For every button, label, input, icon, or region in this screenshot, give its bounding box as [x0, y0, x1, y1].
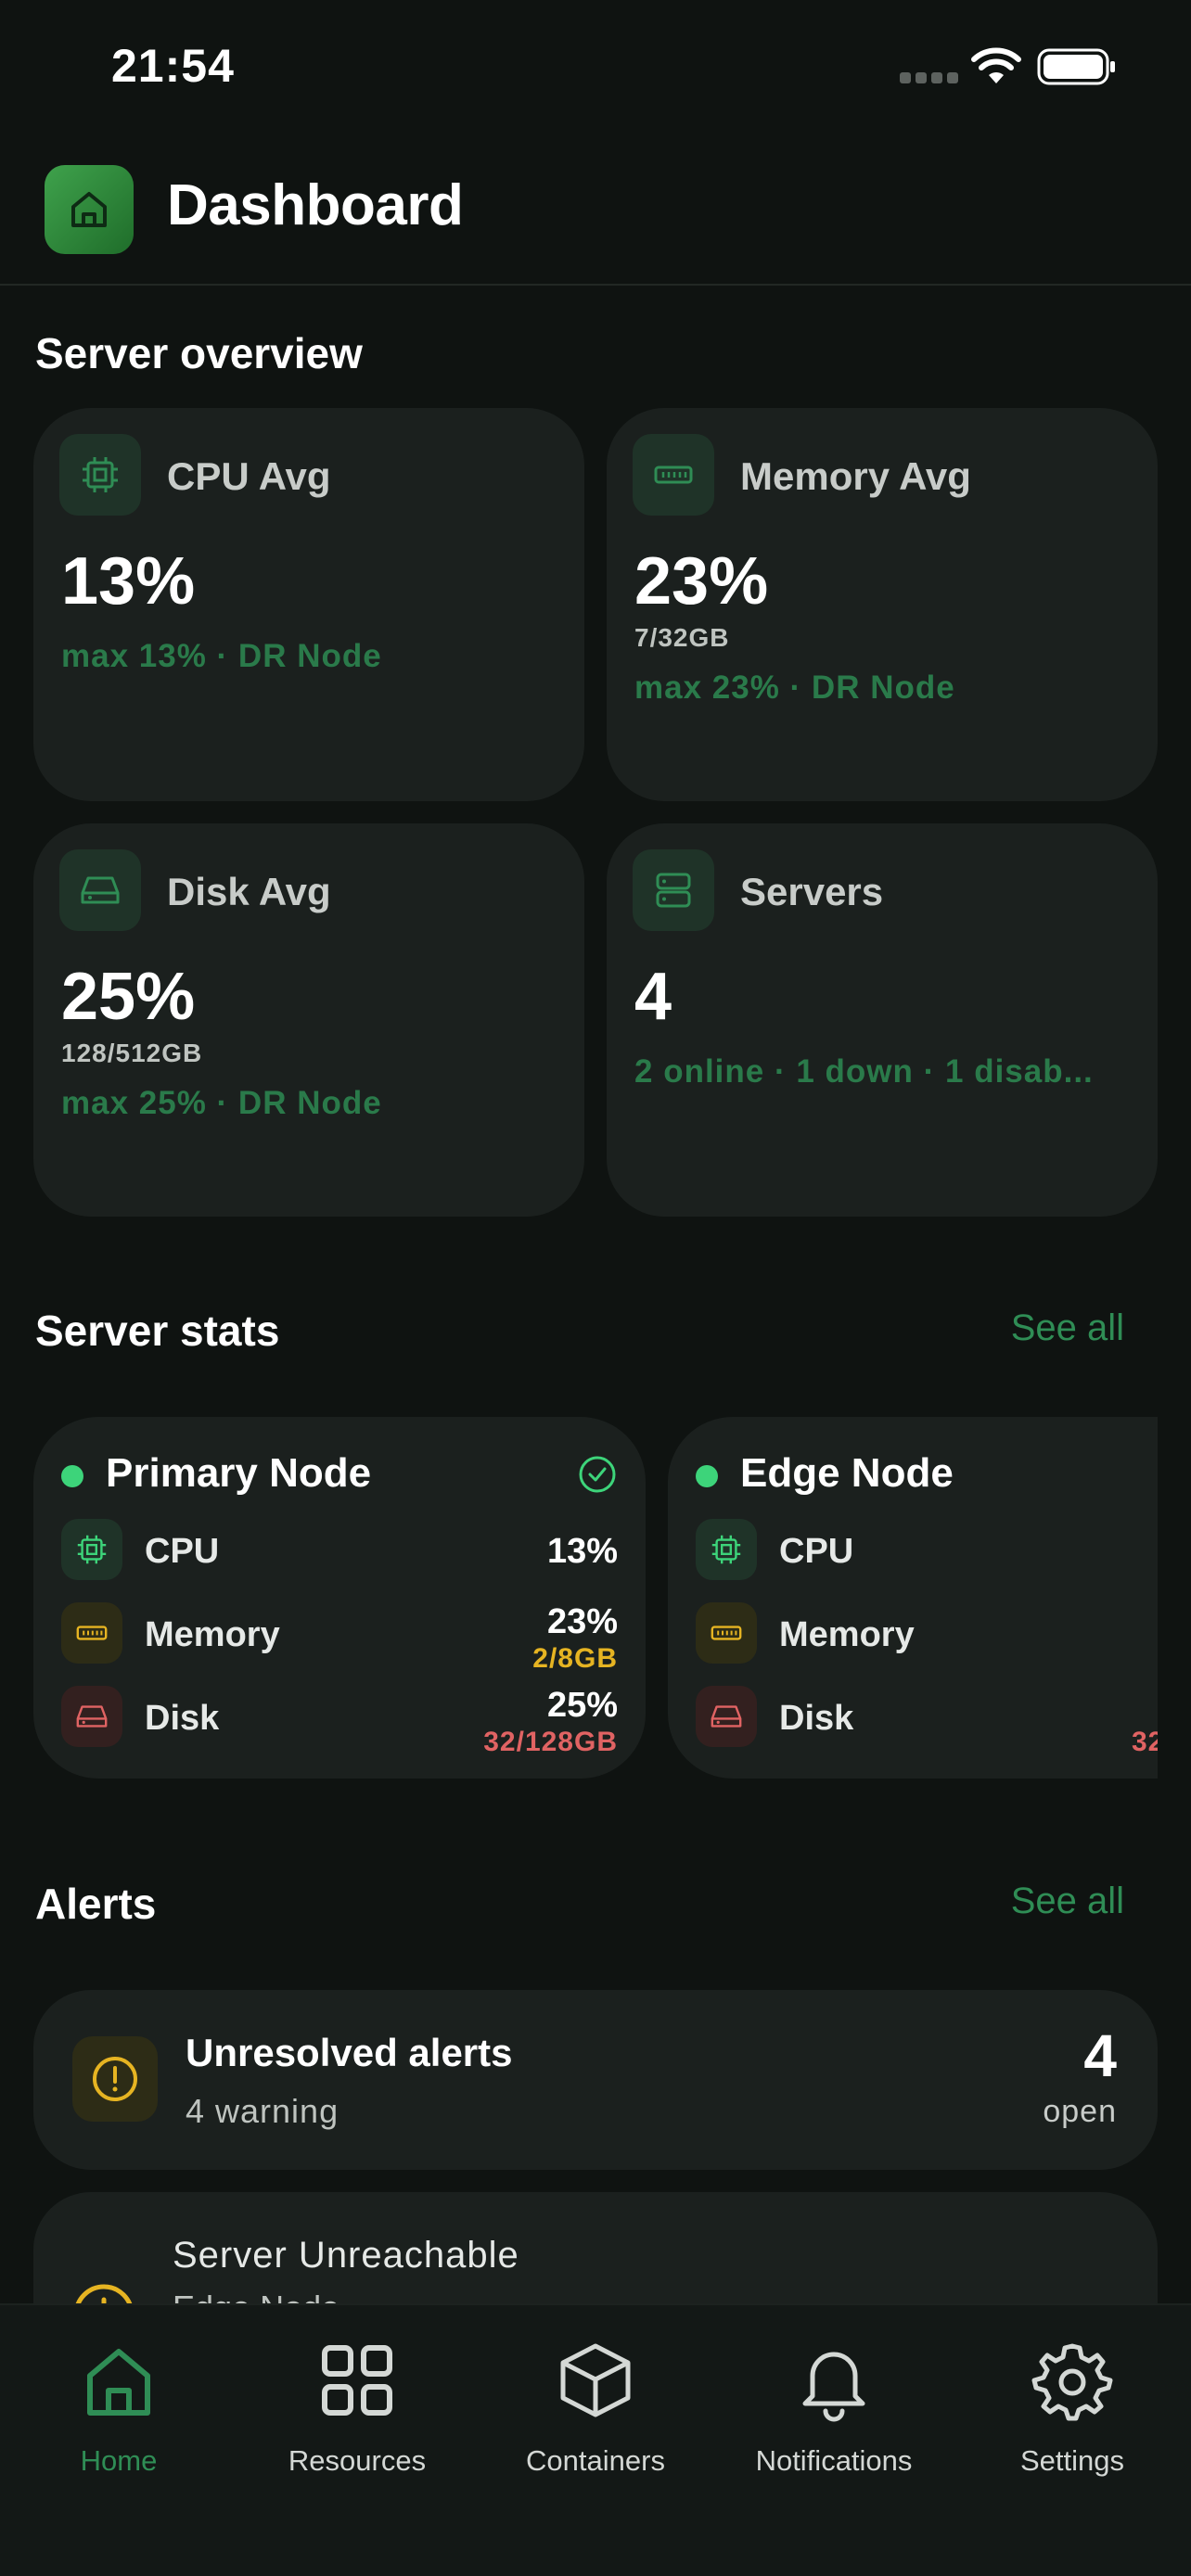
cpu-icon [59, 434, 141, 516]
disk-icon [696, 1686, 757, 1747]
cpu-icon [696, 1519, 757, 1580]
tab-containers[interactable]: Containers [493, 2339, 698, 2496]
card-label: Servers [740, 870, 884, 913]
memory-icon [61, 1602, 122, 1664]
app-header: Dashboard [0, 139, 1191, 286]
status-bar: 21:54 [0, 0, 1191, 139]
row-label: CPU [779, 1532, 854, 1571]
card-value: 4 [634, 960, 672, 1034]
cpu-value: 13% [546, 1532, 618, 1571]
status-dot [61, 1465, 83, 1487]
disk-icon [59, 849, 141, 931]
section-title-overview: Server overview [35, 329, 363, 377]
card-footnote: 2 online · 1 down · 1 disab... [634, 1053, 1094, 1090]
tab-label: Containers [526, 2444, 665, 2477]
tab-label: Notifications [755, 2444, 913, 2477]
memory-icon [633, 434, 714, 516]
memory-row: Memory 23% 2/8GB [61, 1602, 618, 1674]
card-label: Memory Avg [740, 454, 971, 498]
gear-icon [1031, 2343, 1113, 2421]
cpu-avg-card[interactable]: CPU Avg 13% max 13% · DR Node [33, 408, 584, 801]
server-name: Primary Node [106, 1450, 372, 1496]
cpu-row: CPU [696, 1519, 1158, 1584]
tab-resources[interactable]: Resources [255, 2339, 459, 2496]
disk-avg-card[interactable]: Disk Avg 25% 128/512GB max 25% · DR Node [33, 823, 584, 1217]
memory-value: 23% [546, 1602, 618, 1641]
battery-icon [1037, 48, 1115, 85]
alert-count-label: open [1043, 2094, 1117, 2129]
page-title: Dashboard [167, 173, 464, 237]
cpu-icon [61, 1519, 122, 1580]
stats-see-all-link[interactable]: See all [1011, 1307, 1124, 1349]
disk-value: 25% [546, 1686, 618, 1725]
row-label: Disk [779, 1699, 854, 1738]
card-footnote: max 23% · DR Node [634, 670, 955, 706]
card-value: 25% [61, 960, 196, 1034]
row-label: Memory [145, 1615, 280, 1654]
tab-bar: Home Resources Containers Notifications … [0, 2303, 1191, 2576]
server-stats-carousel[interactable]: Primary Node CPU 13% Memory 23% 2/8GB Di… [33, 1417, 1158, 1780]
box-icon [560, 2343, 631, 2417]
alert-count: 4 [1083, 2022, 1117, 2089]
memory-row: Memory [696, 1602, 1158, 1667]
wifi-icon [971, 47, 1021, 83]
card-footnote: max 13% · DR Node [61, 638, 382, 674]
status-time: 21:54 [111, 40, 235, 92]
home-icon [87, 2349, 150, 2416]
alert-summary-title: Unresolved alerts [186, 2031, 513, 2074]
server-stat-card[interactable]: Primary Node CPU 13% Memory 23% 2/8GB Di… [33, 1417, 646, 1779]
card-footnote: max 25% · DR Node [61, 1085, 382, 1121]
tab-label: Resources [288, 2444, 427, 2477]
tab-notifications[interactable]: Notifications [732, 2339, 936, 2496]
card-label: CPU Avg [167, 454, 331, 498]
card-value: 13% [61, 544, 196, 618]
servers-card[interactable]: Servers 4 2 online · 1 down · 1 disab... [607, 823, 1158, 1217]
grid-icon [322, 2345, 392, 2416]
cpu-row: CPU 13% [61, 1519, 618, 1584]
cellular-signal-icon [900, 72, 959, 83]
unresolved-alerts-card[interactable]: Unresolved alerts 4 warning 4 open [33, 1990, 1158, 2170]
disk-icon [61, 1686, 122, 1747]
row-label: CPU [145, 1532, 220, 1571]
tab-home[interactable]: Home [17, 2339, 221, 2496]
disk-row: Disk 32/1 [696, 1686, 1158, 1757]
alert-item[interactable]: Server Unreachable Edge Node [33, 2192, 1158, 2322]
card-subvalue: 128/512GB [61, 1039, 203, 1067]
servers-icon [633, 849, 714, 931]
home-icon [45, 165, 134, 254]
memory-icon [696, 1602, 757, 1664]
warning-icon [72, 2036, 158, 2122]
card-subvalue: 7/32GB [634, 623, 730, 652]
server-name: Edge Node [740, 1450, 954, 1496]
alert-summary-sub: 4 warning [186, 2092, 339, 2130]
card-label: Disk Avg [167, 870, 331, 913]
status-dot [696, 1465, 718, 1487]
section-title-stats: Server stats [35, 1307, 280, 1355]
disk-usage: 32/1 [1132, 1727, 1158, 1757]
memory-avg-card[interactable]: Memory Avg 23% 7/32GB max 23% · DR Node [607, 408, 1158, 801]
check-circle-icon [579, 1456, 616, 1493]
tab-label: Settings [1019, 2444, 1124, 2477]
card-value: 23% [634, 544, 769, 618]
tab-settings[interactable]: Settings [970, 2339, 1174, 2496]
bell-icon [802, 2352, 865, 2422]
memory-usage: 2/8GB [532, 1643, 618, 1674]
disk-usage: 32/128GB [483, 1727, 618, 1757]
tab-label: Home [80, 2444, 158, 2477]
alert-item-title: Server Unreachable [173, 2235, 519, 2276]
row-label: Disk [145, 1699, 220, 1738]
disk-row: Disk 25% 32/128GB [61, 1686, 618, 1757]
alerts-see-all-link[interactable]: See all [1011, 1881, 1124, 1922]
section-title-alerts: Alerts [35, 1880, 157, 1928]
row-label: Memory [779, 1615, 915, 1654]
server-stat-card[interactable]: Edge Node CPU Memory Disk 32/1 [668, 1417, 1158, 1779]
